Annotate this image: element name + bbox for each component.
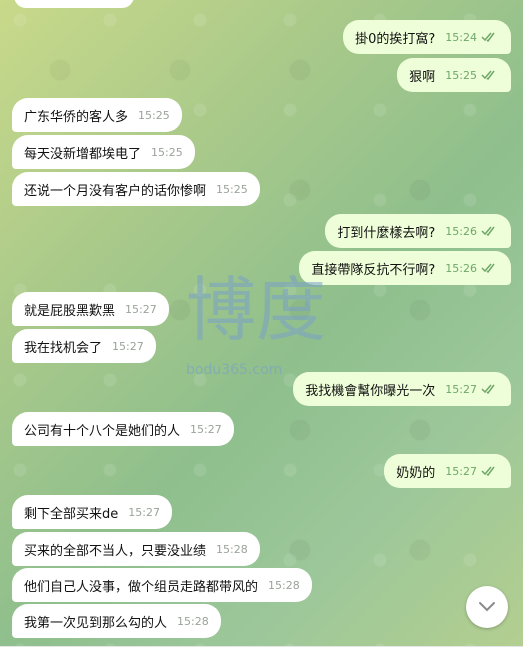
message-text: 买来的全部不当人，只要没业绩 <box>24 543 207 559</box>
message-bubble-outgoing[interactable]: 奶奶的 15:27 <box>384 454 511 488</box>
message-time: 15:26 <box>445 261 477 275</box>
message-text: 每天没新增都埃电了 <box>24 146 142 162</box>
message-bubble-incoming[interactable]: 公司有十个八个是她们的人 15:27 <box>12 412 234 446</box>
message-time: 15:24 <box>445 30 477 44</box>
message-text: 广东华侨的客人多 <box>24 109 129 125</box>
double-check-icon <box>481 384 495 395</box>
message-text: 就是屁股黑歎黑 <box>24 303 116 319</box>
message-time: 15:25 <box>216 182 248 196</box>
message-time: 15:27 <box>445 464 477 478</box>
message-time: 15:25 <box>445 68 477 82</box>
message-text: 还说一个月没有客户的话你惨啊 <box>24 183 207 199</box>
message-bubble-incoming[interactable]: 我第一次见到那么勾的人 15:28 <box>12 604 221 638</box>
message-bubble-incoming[interactable]: 他们自己人没事，做个组员走路都带风的 15:28 <box>12 568 312 602</box>
message-bubble-incoming[interactable]: 还说一个月没有客户的话你惨啊 15:25 <box>12 172 260 206</box>
message-time: 15:28 <box>177 614 209 628</box>
double-check-icon <box>481 466 495 477</box>
double-check-icon <box>481 32 495 43</box>
chevron-down-icon <box>479 602 495 612</box>
message-bubble-incoming[interactable]: 每天没新增都埃电了 15:25 <box>12 135 195 169</box>
message-bubble-outgoing[interactable]: 狠啊 15:25 <box>397 58 511 92</box>
message-time: 15:28 <box>216 542 248 556</box>
message-time: 15:28 <box>268 578 300 592</box>
scroll-to-bottom-button[interactable] <box>466 586 508 628</box>
message-time: 15:27 <box>128 505 160 519</box>
message-text: 他们自己人没事，做个组员走路都带风的 <box>24 579 259 595</box>
message-time: 15:26 <box>445 224 477 238</box>
message-time: 15:27 <box>445 382 477 396</box>
message-text: 奶奶的 <box>396 465 436 481</box>
message-time: 15:27 <box>190 422 222 436</box>
message-time: 15:27 <box>125 302 157 316</box>
message-time: 15:25 <box>151 145 183 159</box>
message-text: 我第一次见到那么勾的人 <box>24 615 168 631</box>
message-bubble-incoming[interactable]: 广东华侨的客人多 15:25 <box>12 98 182 132</box>
message-input-bar[interactable] <box>0 646 523 661</box>
message-time: 15:25 <box>138 108 170 122</box>
message-text: 打到什麼樣去啊? <box>337 225 436 241</box>
message-text: 公司有十个八个是她们的人 <box>24 423 181 439</box>
message-bubble-outgoing[interactable]: 掛0的挨打窩? 15:24 <box>343 20 511 54</box>
message-bubble-incoming[interactable]: 就是屁股黑歎黑 15:27 <box>12 292 169 326</box>
message-bubble-incoming[interactable]: 买来的全部不当人，只要没业绩 15:28 <box>12 532 260 566</box>
message-text: 我在找机会了 <box>24 340 103 356</box>
double-check-icon <box>481 226 495 237</box>
message-text: 剩下全部买来de <box>24 506 119 522</box>
message-text: 狠啊 <box>409 69 436 85</box>
message-bubble-incoming[interactable]: 剩下全部买来de 15:27 <box>12 495 172 529</box>
message-time: 15:27 <box>112 339 144 353</box>
message-text: 掛0的挨打窩? <box>355 31 436 47</box>
double-check-icon <box>481 263 495 274</box>
watermark-url: bodu365.com <box>186 362 283 378</box>
message-bubble-incoming[interactable]: 我在找机会了 15:27 <box>12 329 156 363</box>
double-check-icon <box>481 70 495 81</box>
message-bubble-outgoing[interactable]: 打到什麼樣去啊? 15:26 <box>325 214 511 248</box>
